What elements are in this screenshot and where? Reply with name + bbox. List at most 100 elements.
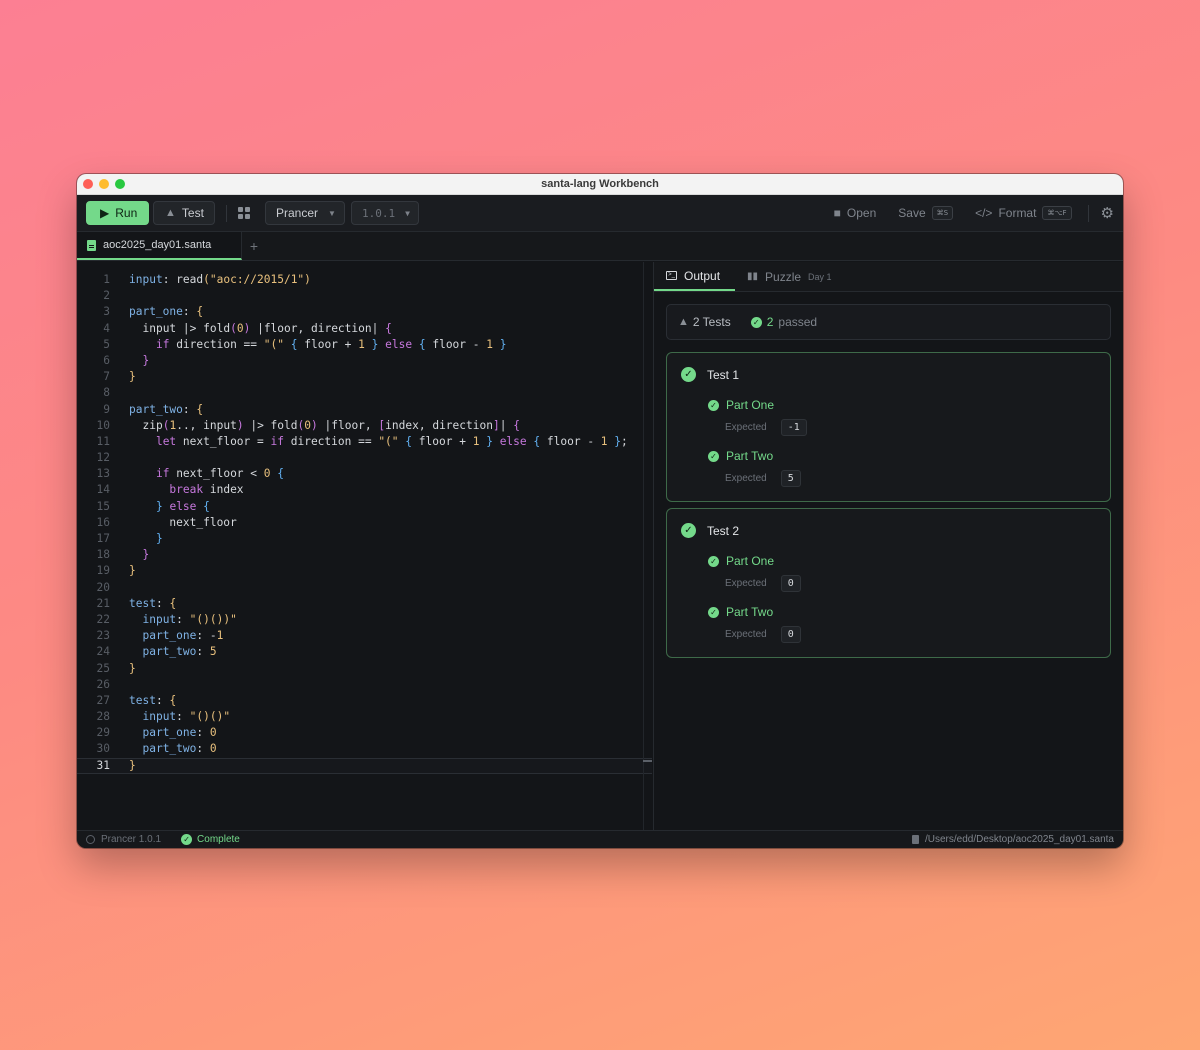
tab-puzzle[interactable]: ▮▮ Puzzle Day 1	[735, 262, 844, 291]
line-number: 6	[103, 353, 110, 367]
tab-puzzle-label: Puzzle	[765, 269, 802, 284]
check-circle-icon: ✓	[708, 555, 719, 567]
code-line[interactable]: 14 break index	[77, 482, 652, 498]
code-line[interactable]: 23 part_one: -1	[77, 628, 652, 644]
code-line[interactable]: 26	[77, 677, 652, 693]
file-path[interactable]: /Users/edd/Desktop/aoc2025_day01.santa	[911, 834, 1114, 845]
open-button[interactable]: ■ Open	[834, 206, 877, 220]
code-line[interactable]: 24 part_two: 5	[77, 644, 652, 660]
line-number: 3	[103, 305, 110, 319]
format-button[interactable]: </> Format ⌘⌥F	[975, 206, 1072, 220]
code-line[interactable]: 27 test: {	[77, 693, 652, 709]
line-source: }	[142, 353, 150, 367]
toolbar-divider	[1087, 204, 1089, 222]
code-line[interactable]: 12	[77, 450, 652, 466]
format-label: Format	[998, 206, 1037, 220]
line-source	[110, 677, 129, 693]
code-line[interactable]: 22 input: "()())"	[77, 612, 652, 628]
expected-label: Expected	[725, 473, 767, 484]
line-number: 21	[96, 596, 110, 610]
file-tab[interactable]: aoc2025_day01.santa	[77, 232, 242, 260]
expected-value: 0	[780, 626, 801, 643]
line-source: input: read("aoc://2015/1")	[129, 273, 311, 286]
line-source	[110, 580, 129, 596]
line-source	[110, 450, 129, 466]
line-source: zip(1.., input) |> fold(0) |floor, [inde…	[142, 418, 520, 432]
minimize-window-button[interactable]	[99, 179, 109, 189]
code-line[interactable]: 17 }	[77, 531, 652, 547]
output-panel: >_ Output ▮▮ Puzzle Day 1 ▲ 2 Tests ✓ 2 …	[654, 262, 1123, 830]
new-tab-button[interactable]: +	[242, 232, 266, 260]
code-line[interactable]: 31}	[77, 757, 652, 774]
flask-icon: ▲	[678, 316, 689, 328]
line-number: 5	[103, 337, 110, 351]
code-line[interactable]: 3 part_one: {	[77, 304, 652, 320]
code-line[interactable]: 7}	[77, 369, 652, 385]
expected-row: Expected 0	[725, 575, 801, 592]
code-line[interactable]: 21 test: {	[77, 596, 652, 612]
close-window-button[interactable]	[83, 179, 93, 189]
zoom-window-button[interactable]	[115, 179, 125, 189]
run-button[interactable]: ▶ Run	[86, 201, 149, 225]
file-tab-label: aoc2025_day01.santa	[103, 239, 212, 251]
chevron-down-icon: ▼	[405, 208, 410, 218]
code-line[interactable]: 25}	[77, 661, 652, 677]
save-button[interactable]: Save ⌘S	[898, 206, 954, 220]
chevron-down-icon: ▼	[328, 208, 336, 218]
code-line[interactable]: 20	[77, 580, 652, 596]
check-circle-icon: ✓	[708, 450, 719, 462]
file-icon	[87, 239, 96, 251]
implementation-select[interactable]: Prancer ▼	[265, 201, 345, 225]
line-number: 29	[96, 726, 110, 740]
toolbar-divider	[226, 204, 227, 222]
code-line[interactable]: 29 part_one: 0	[77, 725, 652, 741]
code-line[interactable]: 13 if next_floor < 0 {	[77, 466, 652, 482]
grid-icon[interactable]	[238, 207, 250, 219]
code-line[interactable]: 5 if direction == "(" { floor + 1 } else…	[77, 337, 652, 353]
tab-output[interactable]: >_ Output	[654, 262, 735, 291]
line-source: test: {	[129, 596, 177, 610]
version-select[interactable]: 1.0.1 ▼	[350, 201, 419, 225]
line-number: 28	[96, 710, 110, 724]
code-line[interactable]: 30 part_two: 0	[77, 741, 652, 757]
code-line[interactable]: 16 next_floor	[77, 515, 652, 531]
line-number: 8	[103, 386, 110, 400]
save-label: Save	[898, 206, 926, 220]
code-line[interactable]: 9 part_two: {	[77, 402, 652, 418]
editor-scrollbar[interactable]	[643, 262, 653, 830]
toolbar: ▶ Run ▲ Test Prancer ▼ 1.0.1 ▼ ■ Open Sa…	[77, 195, 1123, 232]
title-bar: santa-lang Workbench	[77, 174, 1123, 195]
code-line[interactable]: 2	[77, 288, 652, 304]
code-line[interactable]: 10 zip(1.., input) |> fold(0) |floor, [i…	[77, 418, 652, 434]
line-number: 13	[96, 467, 110, 481]
code-lines[interactable]: 1 input: read("aoc://2015/1") 2 3 part_one: …	[77, 272, 652, 774]
code-line[interactable]: 28 input: "()()"	[77, 709, 652, 725]
line-source: input |> fold(0) |floor, direction| {	[142, 321, 392, 335]
status-bar: Prancer 1.0.1 ✓ Complete /Users/edd/Desk…	[77, 830, 1123, 848]
code-line[interactable]: 4 input |> fold(0) |floor, direction| {	[77, 321, 652, 337]
code-line[interactable]: 19}	[77, 563, 652, 579]
part-result: ✓ Part Two	[708, 605, 773, 619]
line-source: }	[155, 532, 163, 545]
expected-label: Expected	[725, 629, 767, 640]
line-source: test: {	[129, 693, 177, 707]
code-line[interactable]: 18 }	[77, 547, 652, 563]
app-window: santa-lang Workbench ▶ Run ▲ Test Prance…	[77, 174, 1123, 848]
expected-value: 0	[780, 575, 801, 592]
line-source: part_one: 0	[142, 726, 217, 740]
run-status-label: Complete	[197, 834, 240, 845]
line-number: 31	[96, 758, 110, 772]
line-source: } else {	[155, 499, 210, 513]
code-line[interactable]: 15 } else {	[77, 499, 652, 515]
code-line[interactable]: 6 }	[77, 353, 652, 369]
code-line[interactable]: 8	[77, 385, 652, 401]
check-circle-icon: ✓	[681, 367, 696, 382]
expected-row: Expected 5	[725, 470, 801, 487]
code-line[interactable]: 1 input: read("aoc://2015/1")	[77, 272, 652, 288]
test-button[interactable]: ▲ Test	[153, 201, 215, 225]
flask-icon: ▲	[165, 207, 176, 219]
code-editor[interactable]: 1 input: read("aoc://2015/1") 2 3 part_one: …	[77, 262, 654, 830]
gear-icon[interactable]: ⚙	[1101, 204, 1114, 222]
line-number: 9	[103, 402, 110, 416]
code-line[interactable]: 11 let next_floor = if direction == "(" …	[77, 434, 652, 450]
